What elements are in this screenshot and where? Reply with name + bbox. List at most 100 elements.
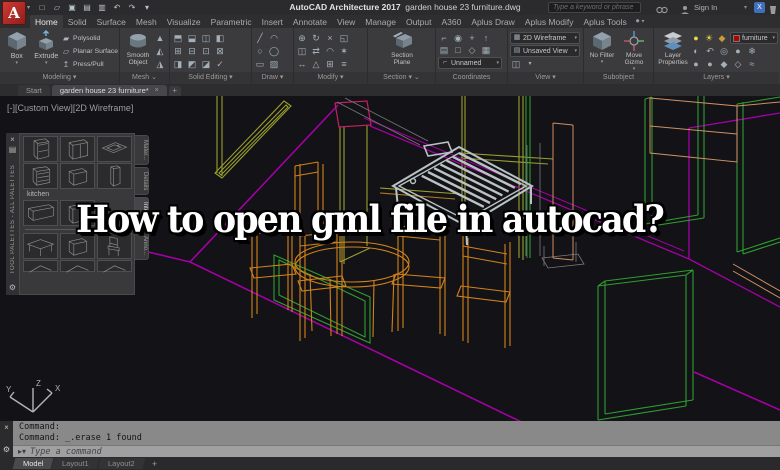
palette-tool-cabinet-doors[interactable] [60, 136, 95, 162]
tool-explode-icon[interactable]: ✶ [338, 45, 350, 57]
palette-close-icon[interactable]: × [10, 135, 15, 145]
app-menu-button[interactable]: A [2, 1, 26, 25]
tool-offset-icon[interactable]: ≡ [338, 58, 350, 70]
qat-qat-dropdown-icon[interactable]: ▾ [141, 2, 153, 13]
tool-imprint-icon[interactable]: ⊡ [200, 45, 212, 57]
tool-subtract-icon[interactable]: ⬓ [186, 32, 198, 44]
extrude-caret-icon[interactable]: ▾ [45, 60, 48, 66]
no-filter-button[interactable]: No Filter ▾ [586, 30, 618, 65]
tool-palette-titlebar[interactable]: × ▤ TOOL PALETTES - ALL PALETTES ⚙ [6, 133, 19, 295]
qat-plot-icon[interactable]: ▥ [96, 2, 108, 13]
palette-tool-cabinet-tall[interactable] [23, 136, 58, 162]
polysolid-button[interactable]: ▰ Polysolid [61, 32, 118, 44]
ribbon-tab-overflow-icon[interactable]: ⏺ ▾ [632, 16, 649, 28]
tool-layer-off-icon[interactable]: ● [690, 58, 702, 70]
command-customize-icon[interactable]: ⚙ [3, 446, 10, 454]
viewport-config-icon[interactable]: ◫ [510, 58, 522, 70]
command-close-icon[interactable]: × [4, 424, 9, 432]
panel-label-mesh[interactable]: Mesh ⌄ [120, 72, 169, 84]
tool-layer-bulb-icon[interactable]: ● [690, 32, 702, 44]
tool-union-icon[interactable]: ⬒ [172, 32, 184, 44]
user-icon[interactable] [680, 2, 692, 13]
tool-ucs-object-icon[interactable]: □ [452, 44, 464, 56]
move-gizmo-button[interactable]: Move Gizmo ▾ [618, 30, 650, 72]
box-button[interactable]: Box ▾ [2, 30, 32, 66]
tool-ucs-view-icon[interactable]: ▤ [438, 44, 450, 56]
named-view-combo[interactable]: ▤ Unsaved View ▾ [510, 45, 580, 57]
tool-ellipse-icon[interactable]: ◯ [268, 45, 280, 57]
app-manager-icon[interactable] [768, 2, 780, 13]
ribbon-tab-view[interactable]: View [332, 15, 360, 28]
tool-intersect-icon[interactable]: ◫ [200, 32, 212, 44]
ribbon-tab-surface[interactable]: Surface [92, 15, 131, 28]
panel-label-solid-editing[interactable]: Solid Editing ▾ [170, 72, 251, 84]
qat-save-icon[interactable]: ▣ [66, 2, 78, 13]
palette-tool-angle[interactable] [60, 260, 95, 272]
tool-shell-icon[interactable]: ◪ [200, 58, 212, 70]
ribbon-tab-aplus-draw[interactable]: Aplus Draw [466, 15, 519, 28]
ribbon-tab-a360[interactable]: A360 [436, 15, 466, 28]
ribbon-tab-solid[interactable]: Solid [63, 15, 92, 28]
section-plane-button[interactable]: Section Plane [382, 30, 422, 66]
file-tab-start[interactable]: Start [18, 85, 50, 96]
tool-fillet-icon[interactable]: ◠ [324, 45, 336, 57]
tool-array-icon[interactable]: ⊞ [324, 58, 336, 70]
panel-label-draw[interactable]: Draw ▾ [252, 72, 293, 84]
visual-style-combo[interactable]: ▦ 2D Wireframe ▾ [510, 32, 580, 44]
palette-tool-sink[interactable] [97, 136, 132, 162]
layer-combo[interactable]: furniture ▾ [730, 32, 778, 44]
tool-layer-sun-icon[interactable]: ☀ [703, 32, 715, 44]
tool-check-icon[interactable]: ✓ [214, 58, 226, 70]
layout-tab-model[interactable]: Model [13, 458, 54, 469]
palette-tool-table[interactable] [23, 233, 58, 259]
tool-layer-walk-icon[interactable]: ≈ [746, 58, 758, 70]
tool-circle-icon[interactable]: ○ [254, 45, 266, 57]
qat-save-as-icon[interactable]: ▤ [81, 2, 93, 13]
tool-separate-icon[interactable]: ⊟ [186, 45, 198, 57]
ucs-named-combo[interactable]: ⌐ Unnamed ▾ [438, 57, 502, 69]
tool-extrude-faces-icon[interactable]: ⊞ [172, 45, 184, 57]
palette-tool-cabinet-drawers[interactable] [23, 163, 58, 189]
file-tab-document[interactable]: garden house 23 furniture* × [52, 85, 167, 96]
layout-tab-layout2[interactable]: Layout2 [98, 458, 145, 469]
app-menu-caret-icon[interactable]: ▾ [27, 4, 30, 11]
tool-layer-on-icon[interactable]: ● [704, 58, 716, 70]
help-search-input[interactable]: Type a keyword or phrase [548, 2, 641, 13]
panel-label-modeling[interactable]: Modeling ▾ [0, 72, 119, 84]
tool-mirror-icon[interactable]: ⇄ [310, 45, 322, 57]
tool-ucs-z-axis-icon[interactable]: ↑ [480, 32, 492, 44]
smooth-object-button[interactable]: Smooth Object [122, 30, 154, 66]
ribbon-tab-output[interactable]: Output [401, 15, 437, 28]
tool-erase-icon[interactable]: ◱ [338, 32, 350, 44]
new-layout-icon[interactable]: + [149, 459, 160, 469]
tool-layer-prev-icon[interactable]: ↶ [704, 45, 716, 57]
panel-label-layers[interactable]: Layers ▾ [654, 72, 779, 84]
exchange-apps-icon[interactable]: X [754, 2, 765, 13]
tool-add-crease-icon[interactable]: ◭ [154, 45, 166, 57]
panel-label-subobject[interactable]: Subobject [584, 72, 653, 84]
layout-tab-layout1[interactable]: Layout1 [52, 458, 99, 469]
new-drawing-tab-icon[interactable]: + [169, 86, 181, 96]
command-history[interactable]: Command:Command: _.erase 1 found [13, 421, 780, 445]
ribbon-tab-home[interactable]: Home [30, 15, 63, 28]
qat-undo-icon[interactable]: ↶ [111, 2, 123, 13]
panel-label-modify[interactable]: Modify ▾ [294, 72, 367, 84]
tool-ucs-world-icon[interactable]: ◉ [452, 32, 464, 44]
palette-tool-cabinet-base[interactable] [60, 163, 95, 189]
qat-open-icon[interactable]: ▱ [51, 2, 63, 13]
panel-label-coordinates[interactable]: Coordinates [436, 72, 507, 84]
palette-tool-cabinet-narrow[interactable] [97, 163, 132, 189]
viewport-caret-icon[interactable]: ▾ [524, 58, 536, 70]
tool-scale-icon[interactable]: △ [310, 58, 322, 70]
panel-label-section[interactable]: Section ▾ ⌄ [368, 72, 435, 84]
tool-rotate-icon[interactable]: ↻ [310, 32, 322, 44]
tool-fillet-edge-icon[interactable]: ◨ [172, 58, 184, 70]
panel-label-view[interactable]: View ▾ [508, 72, 583, 84]
ribbon-tab-insert[interactable]: Insert [257, 15, 288, 28]
tool-remove-crease-icon[interactable]: ◮ [154, 58, 166, 70]
ribbon-tab-annotate[interactable]: Annotate [288, 15, 332, 28]
tool-layer-match-icon[interactable]: ◐ [690, 45, 702, 57]
tool-refine-mesh-icon[interactable]: ▲ [154, 32, 166, 44]
tool-layer-unisolate-icon[interactable]: ● [732, 45, 744, 57]
tool-layer-lock-icon[interactable]: ◆ [718, 58, 730, 70]
